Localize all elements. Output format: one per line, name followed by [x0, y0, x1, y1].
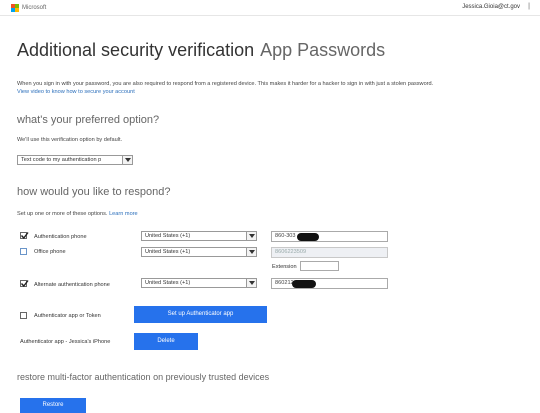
restore-button[interactable]: Restore [20, 398, 86, 413]
office-phone-checkbox[interactable] [20, 248, 27, 255]
intro-description: When you sign in with your password, you… [17, 81, 434, 87]
preferred-option-select[interactable]: Text code to my authentication p [17, 155, 133, 165]
alternate-phone-country: United States (+1) [145, 280, 191, 286]
redaction-mark [292, 280, 316, 288]
checkmark-icon [20, 232, 29, 240]
authentication-phone-label: Authentication phone [34, 234, 87, 240]
top-bar: Microsoft Jessica.Gioia@ct.gov | [0, 0, 540, 16]
preferred-option-heading: what's your preferred option? [17, 114, 160, 126]
extension-label: Extension [272, 264, 297, 270]
app-passwords-tab[interactable]: App Passwords [260, 40, 385, 60]
delete-authenticator-button[interactable]: Delete [134, 333, 198, 350]
respond-description-text: Set up one or more of these options. [17, 211, 108, 217]
alternate-phone-number-input[interactable]: 860212 [271, 278, 388, 289]
page-title-main: Additional security verification [17, 40, 255, 60]
authenticator-app-label: Authenticator app or Token [34, 313, 101, 319]
setup-authenticator-app-button[interactable]: Set up Authenticator app [134, 306, 267, 323]
redaction-mark [297, 233, 319, 241]
respond-heading: how would you like to respond? [17, 186, 171, 198]
user-email[interactable]: Jessica.Gioia@ct.gov [462, 4, 520, 10]
brand-name: Microsoft [22, 5, 47, 11]
respond-description: Set up one or more of these options. Lea… [17, 211, 138, 217]
authentication-phone-checkbox[interactable] [20, 232, 29, 240]
authentication-phone-number-input[interactable]: 860-303 [271, 231, 388, 242]
checkmark-icon [20, 280, 29, 288]
office-phone-number-input[interactable]: 8606223509 [271, 247, 388, 258]
chevron-down-icon [246, 232, 256, 240]
header-separator: | [528, 3, 530, 10]
authentication-phone-country: United States (+1) [145, 233, 191, 239]
restore-heading: restore multi-factor authentication on p… [17, 372, 270, 382]
microsoft-logo-icon [11, 4, 19, 12]
alternate-phone-checkbox[interactable] [20, 280, 29, 288]
office-phone-country-select[interactable]: United States (+1) [141, 247, 257, 257]
preferred-option-value: Text code to my authentication p [21, 157, 102, 163]
office-phone-country: United States (+1) [145, 249, 191, 255]
alternate-phone-country-select[interactable]: United States (+1) [141, 278, 257, 288]
authenticator-device-label: Authenticator app - Jessica's iPhone [20, 339, 111, 345]
secure-account-video-link[interactable]: View video to know how to secure your ac… [17, 88, 537, 96]
office-phone-label: Office phone [34, 249, 66, 255]
intro-text: When you sign in with your password, you… [17, 80, 537, 96]
office-phone-number: 8606223509 [275, 249, 307, 255]
page-title: Additional security verification App Pass… [17, 40, 385, 61]
learn-more-link[interactable]: Learn more [109, 211, 138, 217]
extension-input[interactable] [300, 261, 339, 271]
authenticator-app-checkbox[interactable] [20, 312, 27, 319]
chevron-down-icon [122, 156, 132, 164]
preferred-option-description: We'll use this verification option by de… [17, 137, 123, 143]
microsoft-logo[interactable]: Microsoft [11, 4, 46, 12]
authentication-phone-country-select[interactable]: United States (+1) [141, 231, 257, 241]
chevron-down-icon [246, 279, 256, 287]
alternate-phone-number: 860212 [275, 280, 294, 286]
authentication-phone-number: 860-303 [275, 233, 296, 239]
alternate-phone-label: Alternate authentication phone [34, 282, 110, 288]
chevron-down-icon [246, 248, 256, 256]
